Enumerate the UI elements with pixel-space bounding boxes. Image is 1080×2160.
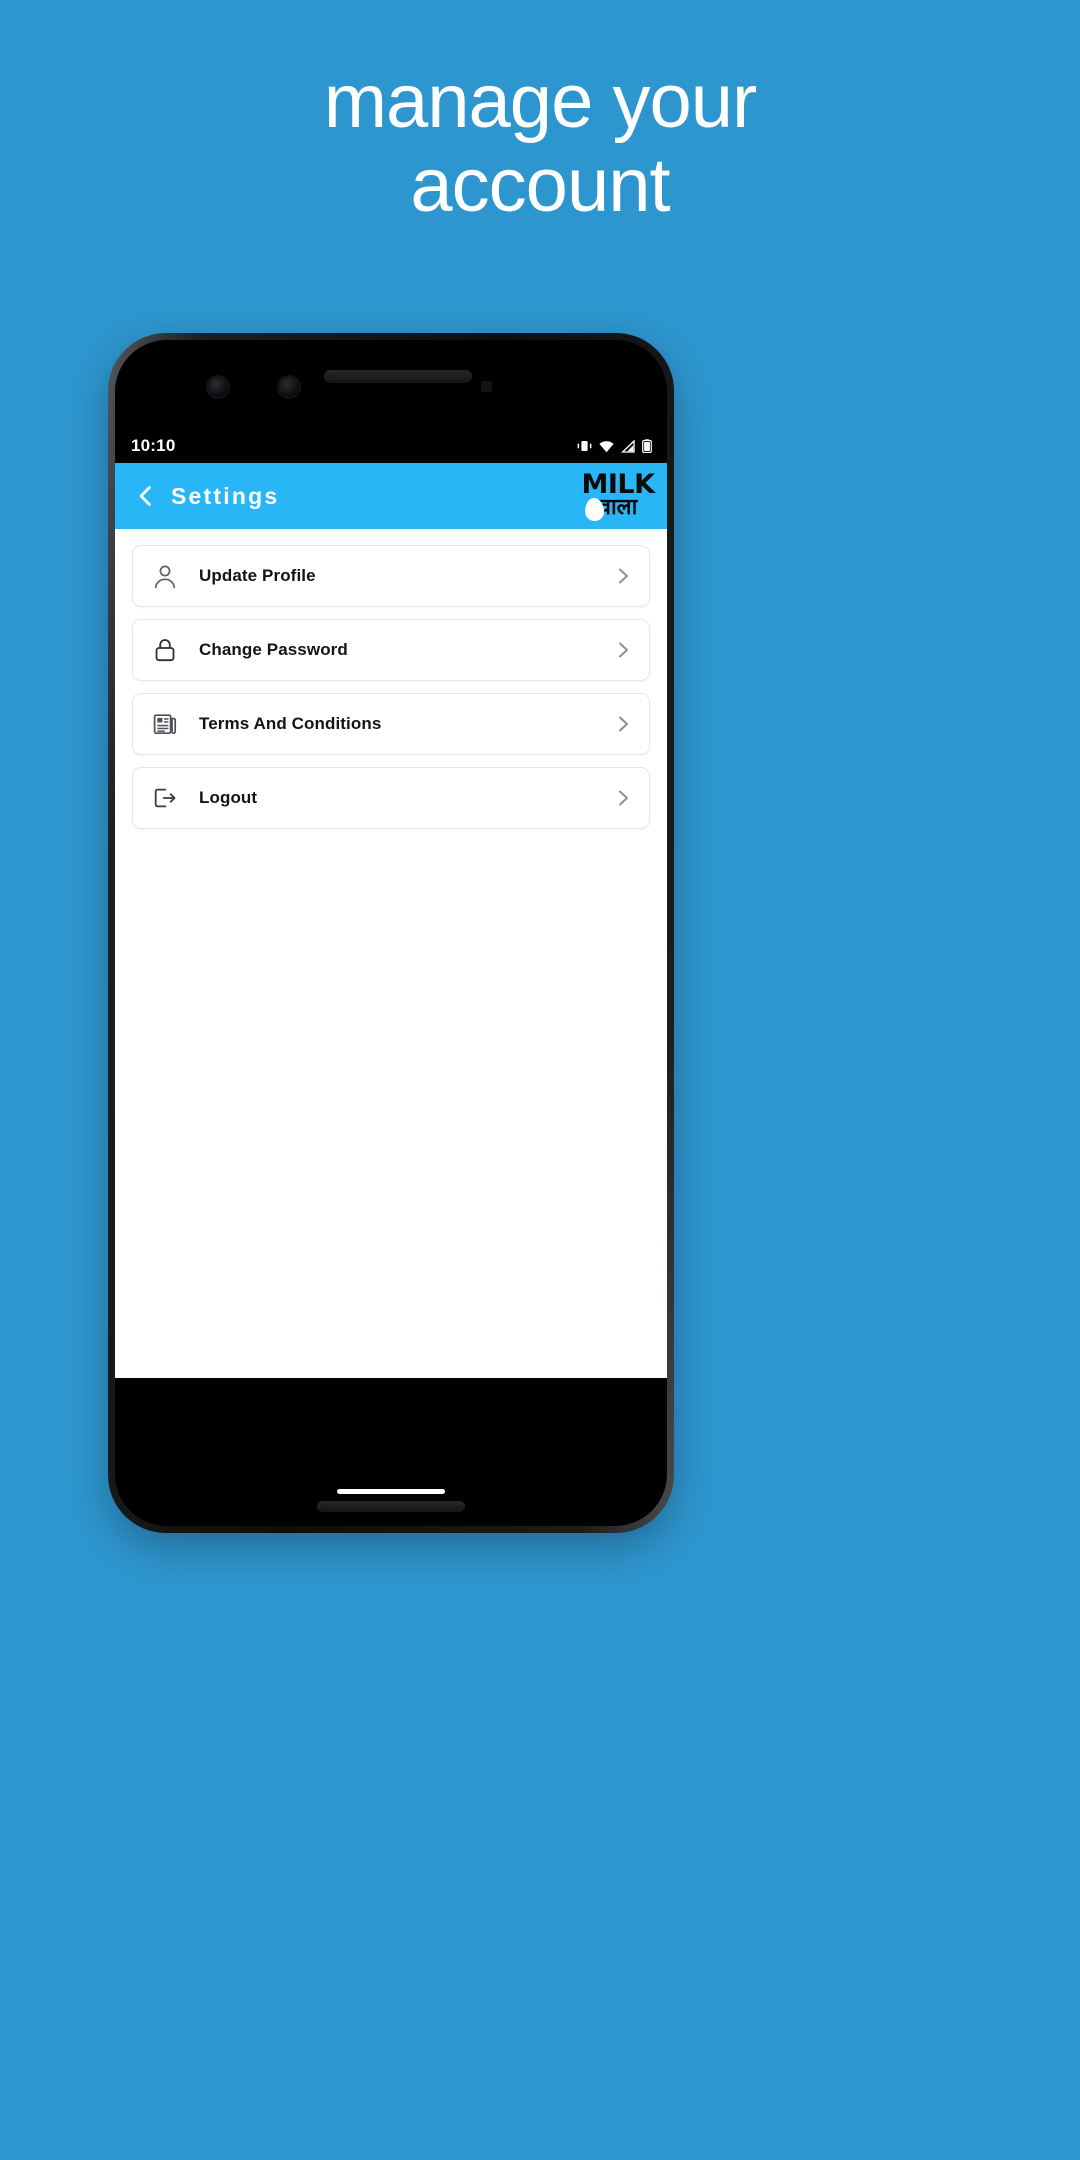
earpiece-speaker (324, 370, 472, 383)
settings-row-label: Terms And Conditions (199, 714, 382, 733)
app-logo: MILK वाला (577, 468, 659, 524)
chevron-right-icon (613, 788, 633, 808)
chevron-right-icon (613, 640, 633, 660)
settings-row-update-profile[interactable]: Update Profile (132, 545, 650, 607)
settings-row-terms-and-conditions[interactable]: Terms And Conditions (132, 693, 650, 755)
phone-device-frame: 10:10 Settings MILK वाला Update Profile … (108, 333, 674, 1533)
logout-icon (151, 784, 179, 812)
front-camera-icon (208, 377, 228, 397)
phone-screen: 10:10 Settings MILK वाला Update Profile … (115, 429, 667, 1378)
status-time: 10:10 (131, 436, 176, 455)
status-icon-group (577, 439, 652, 453)
phone-top-bezel (115, 340, 667, 429)
signal-icon (621, 439, 635, 453)
page-title: Settings (171, 482, 280, 509)
bottom-speaker-grille (317, 1501, 465, 1512)
app-logo-hindi-text: वाला (598, 494, 638, 520)
secondary-camera-icon (279, 377, 299, 397)
app-bar: Settings MILK वाला (115, 463, 667, 529)
settings-row-logout[interactable]: Logout (132, 767, 650, 829)
chevron-right-icon (613, 566, 633, 586)
status-bar: 10:10 (115, 429, 667, 463)
chevron-right-icon (613, 714, 633, 734)
chevron-left-icon[interactable] (133, 483, 159, 509)
home-indicator[interactable] (337, 1489, 445, 1494)
battery-icon (642, 439, 652, 453)
settings-list: Update Profile Change Password Terms And… (115, 529, 667, 829)
phone-device-body: 10:10 Settings MILK वाला Update Profile … (115, 340, 667, 1526)
vibrate-icon (577, 439, 592, 453)
settings-row-change-password[interactable]: Change Password (132, 619, 650, 681)
promo-line-2: account (410, 143, 670, 228)
settings-row-label: Update Profile (199, 566, 316, 585)
promo-line-1: manage your (323, 59, 758, 144)
app-logo-milk-text: MILK (581, 469, 655, 501)
user-icon (151, 562, 179, 590)
wifi-icon (599, 440, 614, 453)
proximity-sensor-icon (481, 381, 492, 392)
settings-row-label: Change Password (199, 640, 348, 659)
document-icon (151, 710, 179, 738)
settings-row-label: Logout (199, 788, 258, 807)
lock-icon (151, 636, 179, 664)
promo-headline: manage your account (0, 60, 1080, 228)
